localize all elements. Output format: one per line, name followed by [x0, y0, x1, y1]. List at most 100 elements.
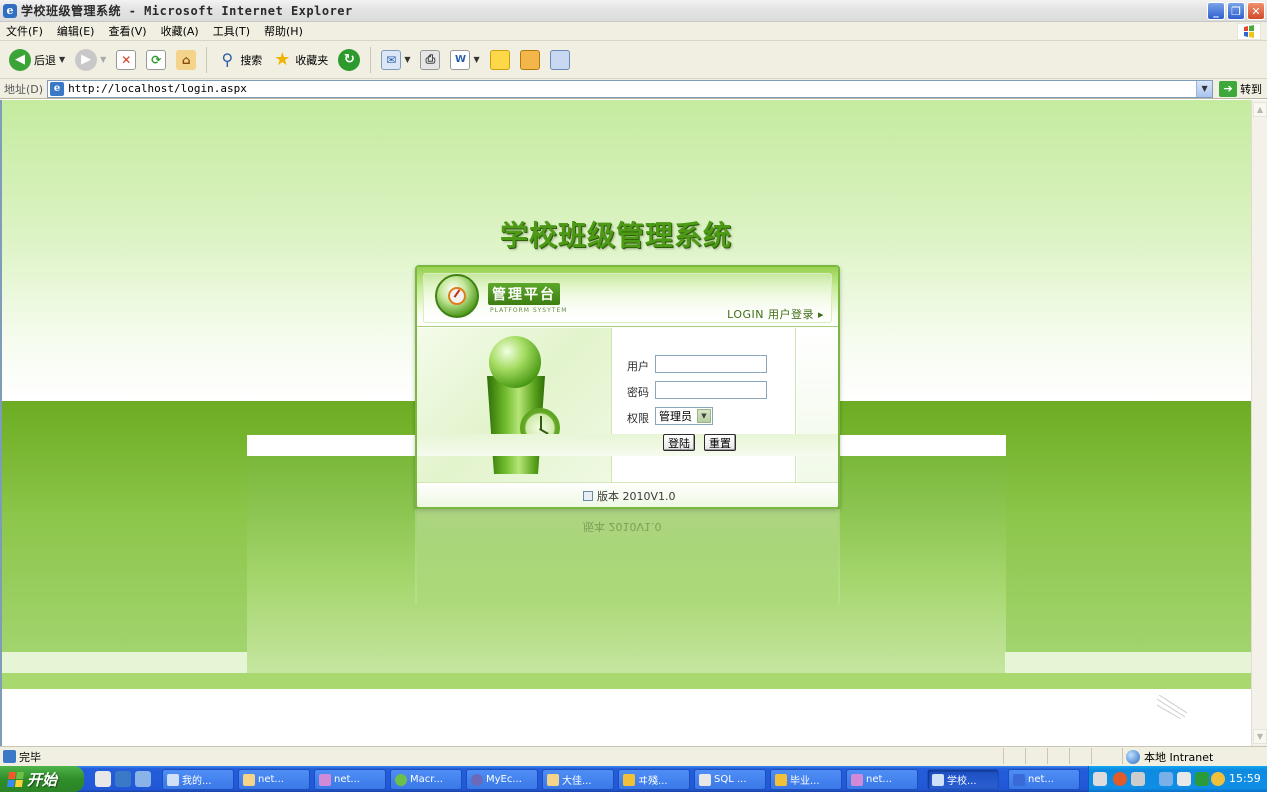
start-button[interactable]: 开始	[0, 766, 84, 792]
menu-view[interactable]: 查看(V)	[108, 23, 146, 39]
minimize-button[interactable]: _	[1207, 2, 1225, 20]
version-info: 版本 2010V1.0	[583, 488, 676, 504]
stop-button[interactable]: ✕	[113, 46, 139, 74]
taskbar-item-label: SQL ...	[714, 774, 747, 785]
menu-bar: 文件(F) 编辑(E) 查看(V) 收藏(A) 工具(T) 帮助(H)	[0, 22, 1267, 41]
favorites-button[interactable]: ★ 收藏夹	[269, 46, 331, 74]
login-right-panel	[797, 328, 838, 482]
go-button[interactable]: ➔ 转到	[1219, 80, 1262, 97]
chevron-down-icon[interactable]: ▼	[697, 409, 711, 423]
platform-title: 管理平台	[488, 283, 560, 305]
person-head-icon	[489, 336, 541, 388]
reset-button[interactable]: 重置	[704, 434, 736, 451]
taskbar-item[interactable]: MyEc...	[466, 769, 538, 790]
taskbar-item[interactable]: SQL ...	[694, 769, 766, 790]
security-zone[interactable]: 本地 Intranet	[1126, 749, 1213, 765]
maximize-button[interactable]: ❐	[1227, 2, 1245, 20]
login-button[interactable]: 登陆	[663, 434, 695, 451]
messenger-button[interactable]	[547, 46, 573, 74]
taskbar-item[interactable]: 毕业...	[770, 769, 842, 790]
address-input[interactable]	[68, 82, 1169, 95]
home-button[interactable]: ⌂	[173, 46, 199, 74]
menu-favorites[interactable]: 收藏(A)	[161, 23, 199, 39]
word-icon: W	[450, 49, 471, 70]
sql-icon	[699, 773, 711, 786]
status-bar: 完毕 本地 Intranet	[0, 746, 1267, 766]
login-header: 管理平台 PLATFORM SYSYTEM LOGIN 用户登录 ▸	[417, 267, 838, 327]
keyboard-icon[interactable]	[1093, 772, 1107, 786]
login-illustration	[417, 328, 612, 482]
version-text: 版本 2010V1.0	[597, 490, 676, 503]
login-body: 用户 密码 权限 管理员 ▼ 登陆 重置	[417, 328, 838, 482]
search-button[interactable]: ⚲ 搜索	[214, 46, 265, 74]
media-icon: ↻	[338, 48, 361, 71]
taskbar-item[interactable]: net...	[846, 769, 918, 790]
address-field[interactable]: e ▼	[47, 79, 1214, 98]
tray-app-icon[interactable]	[1131, 772, 1145, 786]
discuss-button[interactable]	[487, 46, 513, 74]
taskbar-item[interactable]: net...	[1008, 769, 1080, 790]
edit-button[interactable]: W ▼	[447, 46, 482, 74]
background-light-right	[1005, 652, 1251, 673]
tray-app-icon[interactable]	[1211, 772, 1225, 786]
dropdown-arrow-icon[interactable]: ▼	[404, 55, 410, 64]
tray-app-icon[interactable]	[1113, 772, 1127, 786]
zone-text: 本地 Intranet	[1144, 751, 1214, 764]
show-desktop-icon[interactable]	[95, 771, 111, 787]
research-button[interactable]	[517, 46, 543, 74]
ie-quicklaunch-icon[interactable]	[115, 771, 131, 787]
password-label: 密码	[627, 386, 649, 399]
username-input[interactable]	[655, 355, 767, 373]
taskbar-item[interactable]: net...	[314, 769, 386, 790]
volume-icon[interactable]	[1177, 772, 1191, 786]
taskbar-item-active[interactable]: 学校...	[927, 769, 999, 790]
print-button[interactable]: ⎙	[417, 46, 443, 74]
address-bar: 地址(D) e ▼ ➔ 转到	[0, 79, 1267, 99]
search-label: 搜索	[240, 53, 263, 67]
back-label: 后退	[34, 53, 56, 67]
taskbar-item-label: net...	[1028, 774, 1054, 785]
taskbar-item[interactable]: net...	[238, 769, 310, 790]
taskbar-item[interactable]: 我的...	[162, 769, 234, 790]
menu-edit[interactable]: 编辑(E)	[57, 23, 95, 39]
scroll-down-icon[interactable]: ▼	[1253, 729, 1267, 744]
dropdown-arrow-icon[interactable]: ▼	[100, 55, 106, 64]
media-quicklaunch-icon[interactable]	[135, 771, 151, 787]
login-panel: 管理平台 PLATFORM SYSYTEM LOGIN 用户登录 ▸ 用户 密码…	[415, 265, 840, 509]
scroll-up-icon[interactable]: ▲	[1253, 102, 1267, 117]
dropdown-arrow-icon[interactable]: ▼	[59, 55, 65, 64]
role-select[interactable]: 管理员 ▼	[655, 407, 713, 425]
login-form-area	[612, 328, 796, 482]
window-title-bar[interactable]: e 学校班级管理系统 - Microsoft Internet Explorer…	[0, 0, 1267, 22]
dropdown-arrow-icon[interactable]: ▼	[473, 55, 479, 64]
taskbar-item[interactable]: ヰ殘...	[618, 769, 690, 790]
login-footer: 版本 2010V1.0	[417, 482, 838, 507]
status-divider	[1122, 748, 1123, 764]
refresh-button[interactable]: ⟳	[143, 46, 169, 74]
network-icon[interactable]	[1159, 772, 1173, 786]
taskbar-item[interactable]: Macr...	[390, 769, 462, 790]
security-shield-icon[interactable]	[1195, 772, 1209, 786]
password-input[interactable]	[655, 381, 767, 399]
role-selected: 管理员	[659, 410, 692, 423]
status-divider	[1047, 748, 1048, 764]
taskbar-item-label: 我的...	[182, 776, 212, 787]
status-text: 完毕	[19, 750, 41, 764]
stop-icon: ✕	[116, 49, 137, 70]
address-dropdown-icon[interactable]: ▼	[1196, 80, 1213, 97]
intranet-icon	[1126, 750, 1140, 764]
mail-button[interactable]: ✉ ▼	[378, 46, 413, 74]
menu-help[interactable]: 帮助(H)	[264, 23, 303, 39]
menu-file[interactable]: 文件(F)	[6, 23, 43, 39]
book-icon	[519, 49, 540, 70]
folder-icon	[547, 773, 559, 786]
forward-button[interactable]: ▶ ▼	[72, 46, 109, 74]
close-button[interactable]: ✕	[1247, 2, 1265, 20]
vertical-scrollbar[interactable]: ▲ ▼	[1251, 100, 1267, 746]
media-button[interactable]: ↻	[335, 46, 363, 74]
status-divider	[1025, 748, 1026, 764]
taskbar-item[interactable]: 大佳...	[542, 769, 614, 790]
back-button[interactable]: ◀ 后退 ▼	[6, 46, 68, 74]
clock[interactable]: 15:59	[1229, 772, 1261, 785]
menu-tools[interactable]: 工具(T)	[213, 23, 250, 39]
